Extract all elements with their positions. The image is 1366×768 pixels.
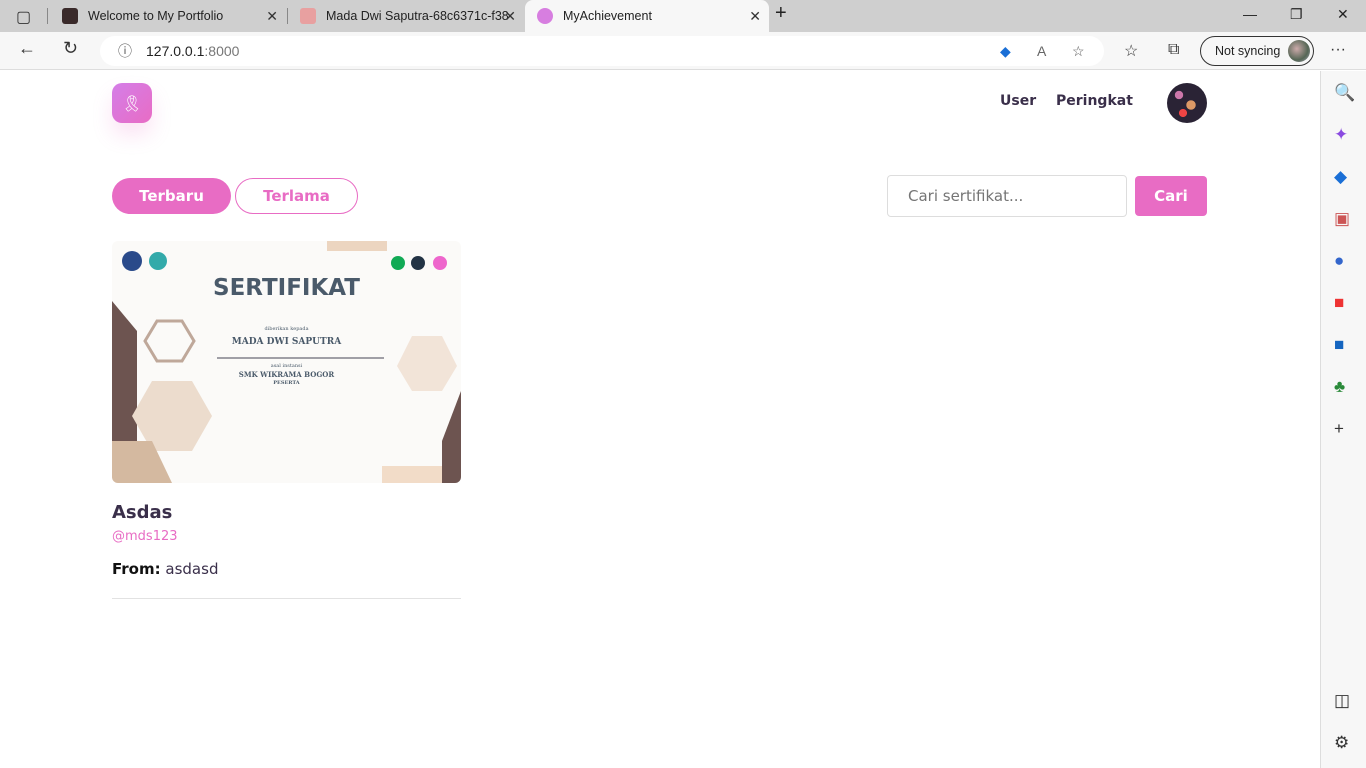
nav-user[interactable]: User [1000, 93, 1036, 109]
collections-icon[interactable]: ⧉ [1168, 41, 1179, 59]
achievement-username[interactable]: @mds123 [112, 529, 178, 544]
back-icon[interactable]: ← [18, 38, 36, 59]
minimize-button[interactable]: — [1243, 6, 1257, 22]
tools-icon[interactable]: ▣ [1334, 209, 1350, 229]
close-icon[interactable]: ✕ [266, 8, 278, 25]
refresh-icon[interactable]: ↻ [63, 38, 78, 59]
divider [112, 598, 461, 599]
office-icon[interactable]: ■ [1334, 293, 1344, 313]
tab-title: Mada Dwi Saputra-68c6371c-f38 [326, 9, 509, 23]
add-favorite-icon[interactable]: ☆ [1072, 43, 1085, 60]
tab-myachievement[interactable]: MyAchievement ✕ [525, 0, 769, 32]
certificate-origin-label: asal instansi [270, 363, 303, 369]
tab-pdf[interactable]: Mada Dwi Saputra-68c6371c-f38 ✕ [288, 0, 524, 32]
filter-oldest-button[interactable]: Terlama [235, 178, 358, 214]
tab-title: Welcome to My Portfolio [88, 9, 224, 23]
page: 🎗 User Peringkat Terbaru Terlama Cari SE… [0, 71, 1320, 768]
search-button[interactable]: Cari [1135, 176, 1207, 216]
sync-label: Not syncing [1215, 44, 1281, 58]
tab-actions-icon[interactable]: ▢ [16, 7, 31, 27]
new-tab-button[interactable]: + [775, 2, 787, 25]
edge-sidebar: 🔍 ✦ ◆ ▣ ● ■ ■ ♣ + ◫ ⚙ [1320, 71, 1366, 768]
certificate-heading: SERTIFIKAT [213, 275, 360, 301]
divider [47, 8, 48, 24]
tree-icon[interactable]: ♣ [1334, 377, 1345, 397]
url-host: 127.0.0.1 [146, 43, 205, 59]
favicon-icon [537, 8, 553, 24]
browser-tab-bar: ▢ Welcome to My Portfolio ✕ Mada Dwi Sap… [0, 0, 1366, 32]
more-icon[interactable]: ··· [1330, 41, 1346, 59]
certificate-name: MADA DWI SAPUTRA [231, 337, 342, 347]
from-value: asdasd [165, 560, 219, 578]
settings-icon[interactable]: ⚙ [1334, 733, 1349, 753]
favorites-icon[interactable]: ☆ [1124, 41, 1138, 61]
games-icon[interactable]: ● [1334, 251, 1344, 271]
tab-title: MyAchievement [563, 9, 652, 23]
logo-award-icon[interactable]: 🎗 [112, 83, 152, 123]
from-label: From: [112, 560, 161, 578]
certificate-given-to: diberikan kepada [264, 326, 309, 332]
achievement-from: From: asdasd [112, 560, 218, 578]
shopping-icon[interactable]: ◆ [1334, 167, 1347, 187]
profile-avatar [1288, 40, 1310, 62]
outlook-icon[interactable]: ■ [1334, 335, 1344, 355]
certificate-school: SMK WIKRAMA BOGOR [238, 370, 335, 379]
favicon-icon [62, 8, 78, 24]
user-avatar[interactable] [1167, 83, 1207, 123]
sidebar-toggle-icon[interactable]: ◫ [1334, 691, 1350, 711]
browser-toolbar: ← ↻ ⓘ 127.0.0.1:8000 ◆ A ☆ ☆ ⧉ Not synci… [0, 32, 1366, 70]
tab-portfolio[interactable]: Welcome to My Portfolio ✕ [50, 0, 286, 32]
url-port: :8000 [204, 43, 240, 59]
achievement-title: Asdas [112, 502, 173, 523]
coupon-icon[interactable]: ◆ [1000, 43, 1011, 60]
read-aloud-icon[interactable]: A [1037, 43, 1046, 59]
info-icon: ⓘ [118, 43, 132, 59]
copilot-icon[interactable]: ✦ [1334, 125, 1348, 145]
profile-sync-button[interactable]: Not syncing [1200, 36, 1314, 66]
close-icon[interactable]: ✕ [749, 8, 761, 25]
certificate-image[interactable]: SERTIFIKAT diberikan kepada MADA DWI SAP… [112, 241, 461, 483]
search-icon[interactable]: 🔍 [1334, 83, 1355, 103]
certificate-role: PESERTA [273, 380, 300, 386]
maximize-button[interactable]: ❐ [1290, 6, 1303, 23]
nav-ranking[interactable]: Peringkat [1056, 93, 1133, 109]
add-icon[interactable]: + [1334, 419, 1344, 439]
search-input[interactable] [887, 175, 1127, 217]
close-icon[interactable]: ✕ [504, 8, 516, 25]
close-window-button[interactable]: ✕ [1337, 6, 1349, 23]
address-bar[interactable]: ⓘ 127.0.0.1:8000 ◆ A ☆ [100, 36, 1104, 66]
filter-newest-button[interactable]: Terbaru [112, 178, 231, 214]
pdf-icon [300, 8, 316, 24]
